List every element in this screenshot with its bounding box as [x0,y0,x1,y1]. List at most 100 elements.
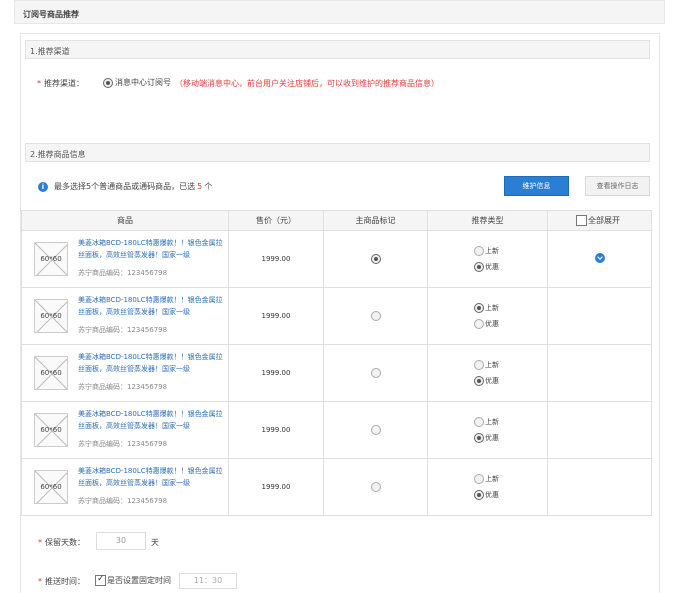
selection-info-prefix: 最多选择5个普通商品或通码商品，已选 [54,182,196,191]
view-log-button[interactable]: 查看操作日志 [585,176,650,196]
type-discount-label: 优惠 [485,434,499,442]
type-discount-radio[interactable] [474,376,484,386]
type-new-label: 上新 [485,361,499,369]
product-name-link[interactable]: 美菱冰箱BCD-180LC特惠爆款！！银色金属拉丝面板，高效丝管蒸发器！国家一级 [78,351,224,375]
channel-label-row: * 推荐渠道： [37,78,84,89]
price-cell: 1999.00 [228,287,324,345]
fixed-time-checkbox[interactable] [95,574,106,586]
keep-days-label-row: * 保留天数： [38,537,85,548]
expand-all-checkbox[interactable] [576,215,587,226]
price-cell: 1999.00 [228,401,324,459]
main-mark-radio[interactable] [370,482,381,492]
push-time-input[interactable]: 11：30 [179,573,237,589]
type-option-discount[interactable]: 优惠 [474,376,499,386]
channel-hint: （移动端消息中心，前台用户关注店铺后，可以收到维护的推荐商品信息） [175,79,439,88]
type-discount-radio[interactable] [474,319,484,329]
header-expand-all[interactable]: 全部展开 [547,210,652,231]
type-new-radio[interactable] [474,246,484,256]
type-option-new[interactable]: 上新 [474,417,499,427]
table-row: 60*60 美菱冰箱BCD-180LC特惠爆款！！银色金属拉丝面板，高效丝管蒸发器… [21,344,652,402]
main-mark-cell [323,287,428,345]
goods-cell: 60*60 美菱冰箱BCD-180LC特惠爆款！！银色金属拉丝面板，高效丝管蒸发器… [21,458,229,516]
table-header-row: 商品 售价（元） 主商品标记 推荐类型 全部展开 [21,210,652,231]
main-mark-radio[interactable] [370,254,381,264]
type-new-label: 上新 [485,418,499,426]
header-price: 售价（元） [228,210,324,231]
type-new-radio[interactable] [474,417,484,427]
product-name-link[interactable]: 美菱冰箱BCD-180LC特惠爆款！！银色金属拉丝面板，高效丝管蒸发器！国家一级 [78,408,224,432]
type-discount-label: 优惠 [485,263,499,271]
type-option-discount[interactable]: 优惠 [474,319,499,329]
goods-cell: 60*60 美菱冰箱BCD-180LC特惠爆款！！银色金属拉丝面板，高效丝管蒸发器… [21,287,229,345]
selection-info-suffix: 个 [204,182,213,191]
keep-days-input[interactable]: 30 [96,532,146,550]
type-discount-label: 优惠 [485,491,499,499]
channel-option-subscription[interactable]: 消息中心订阅号 [103,77,171,88]
type-new-label: 上新 [485,475,499,483]
expand-cell [547,401,652,459]
type-cell: 上新 优惠 [427,344,548,402]
product-code: 苏宁商品编码：123456798 [78,440,168,448]
price-cell: 1999.00 [228,458,324,516]
goods-cell: 60*60 美菱冰箱BCD-180LC特惠爆款！！银色金属拉丝面板，高效丝管蒸发器… [21,230,229,288]
thumbnail-size-label: 60*60 [40,483,62,491]
maintain-info-button[interactable]: 维护信息 [504,176,569,196]
main-mark-cell [323,344,428,402]
product-name-link[interactable]: 美菱冰箱BCD-180LC特惠爆款！！银色金属拉丝面板，高效丝管蒸发器！国家一级 [78,237,224,261]
fixed-time-option[interactable]: 是否设置固定时间 [95,574,171,586]
product-name-link[interactable]: 美菱冰箱BCD-180LC特惠爆款！！银色金属拉丝面板，高效丝管蒸发器！国家一级 [78,465,224,489]
header-main-mark: 主商品标记 [323,210,428,231]
table-row: 60*60 美菱冰箱BCD-180LC特惠爆款！！银色金属拉丝面板，高效丝管蒸发器… [21,458,652,516]
section-goods-header: 2.推荐商品信息 [25,143,650,162]
type-option-discount[interactable]: 优惠 [474,262,499,272]
main-mark-radio[interactable] [370,311,381,321]
main-mark-cell [323,458,428,516]
product-code: 苏宁商品编码：123456798 [78,269,168,277]
header-type: 推荐类型 [427,210,548,231]
thumbnail-size-label: 60*60 [40,255,62,263]
type-new-radio[interactable] [474,474,484,484]
type-option-new[interactable]: 上新 [474,246,499,256]
type-new-label: 上新 [485,304,499,312]
expand-cell [547,230,652,288]
fixed-time-label: 是否设置固定时间 [107,576,171,585]
type-new-radio[interactable] [474,303,484,313]
goods-table: 商品 售价（元） 主商品标记 推荐类型 全部展开 60*60 美菱冰箱BCD-18… [21,210,652,516]
type-option-new[interactable]: 上新 [474,360,499,370]
channel-radio[interactable] [103,77,113,88]
type-option-new[interactable]: 上新 [474,474,499,484]
product-name-link[interactable]: 美菱冰箱BCD-180LC特惠爆款！！银色金属拉丝面板，高效丝管蒸发器！国家一级 [78,294,224,318]
type-discount-radio[interactable] [474,262,484,272]
type-option-new[interactable]: 上新 [474,303,499,313]
product-code: 苏宁商品编码：123456798 [78,383,168,391]
main-mark-radio[interactable] [370,368,381,378]
main-mark-radio[interactable] [370,425,381,435]
price-cell: 1999.00 [228,344,324,402]
type-cell: 上新 优惠 [427,458,548,516]
push-time-label-row: * 推送时间： [38,576,85,587]
table-row: 60*60 美菱冰箱BCD-180LC特惠爆款！！银色金属拉丝面板，高效丝管蒸发器… [21,287,652,345]
required-mark: * [38,538,42,547]
type-cell: 上新 优惠 [427,287,548,345]
type-discount-label: 优惠 [485,320,499,328]
type-discount-radio[interactable] [474,490,484,500]
section-channel-header: 1.推荐渠道 [25,40,650,59]
type-new-radio[interactable] [474,360,484,370]
table-row: 60*60 美菱冰箱BCD-180LC特惠爆款！！银色金属拉丝面板，高效丝管蒸发器… [21,230,652,288]
page-header: 订阅号商品推荐 [14,0,665,24]
type-discount-radio[interactable] [474,433,484,443]
thumbnail-size-label: 60*60 [40,312,62,320]
type-option-discount[interactable]: 优惠 [474,490,499,500]
product-code: 苏宁商品编码：123456798 [78,326,168,334]
chevron-down-icon[interactable] [594,253,605,263]
product-thumbnail: 60*60 [34,356,68,390]
channel-label: 推荐渠道： [44,79,84,88]
type-discount-label: 优惠 [485,377,499,385]
info-icon: i [38,181,48,192]
header-goods: 商品 [21,210,229,231]
type-option-discount[interactable]: 优惠 [474,433,499,443]
goods-cell: 60*60 美菱冰箱BCD-180LC特惠爆款！！银色金属拉丝面板，高效丝管蒸发器… [21,401,229,459]
selection-info: i 最多选择5个普通商品或通码商品，已选 5 个 [38,181,212,192]
product-thumbnail: 60*60 [34,242,68,276]
expand-cell [547,287,652,345]
